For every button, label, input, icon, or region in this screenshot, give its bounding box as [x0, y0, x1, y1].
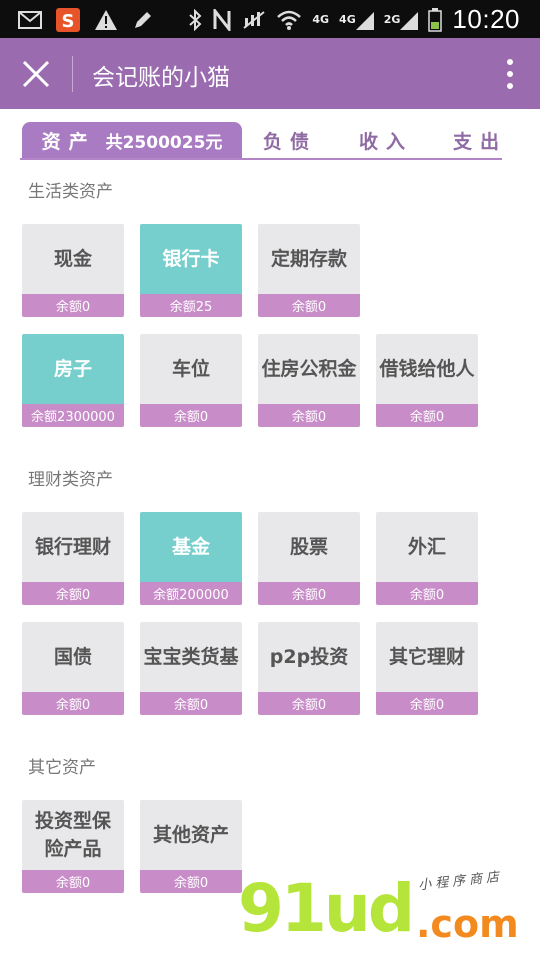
close-icon[interactable]	[20, 58, 52, 90]
asset-tile-investment-insurance[interactable]: 投资型保险产品 余额0	[22, 800, 124, 893]
asset-balance: 余额0	[258, 404, 360, 427]
asset-name: 住房公积金	[261, 358, 357, 380]
asset-balance: 余额0	[22, 870, 124, 893]
asset-name: 银行卡	[162, 248, 220, 270]
network-4g-label: 4G	[312, 13, 330, 26]
asset-tile-fixed-deposit[interactable]: 定期存款 余额0	[258, 224, 360, 317]
network-2g-label: 2G	[383, 13, 401, 26]
asset-tile-other-assets[interactable]: 其他资产 余额0	[140, 800, 242, 893]
assets-total: 共2500025元	[105, 132, 223, 153]
asset-name: 其他资产	[152, 824, 229, 846]
asset-tile-fund[interactable]: 基金 余额200000	[140, 512, 242, 605]
mute-icon	[242, 7, 266, 33]
asset-name: 股票	[289, 536, 328, 558]
clock-time: 10:20	[452, 4, 520, 34]
tab-expense-label: 支出	[452, 130, 507, 153]
asset-name: 房子	[53, 358, 92, 380]
asset-balance: 余额2300000	[22, 404, 124, 427]
asset-name: 基金	[171, 536, 210, 558]
asset-balance: 余额0	[140, 404, 242, 427]
watermark-brand: 91ud	[238, 870, 415, 947]
mail-icon	[18, 7, 42, 33]
signal-icon: 4G	[312, 7, 329, 33]
asset-balance: 余额0	[22, 294, 124, 317]
asset-tile-bank-wealth[interactable]: 银行理财 余额0	[22, 512, 124, 605]
asset-name: 其它理财	[388, 646, 465, 668]
page-title: 会记账的小猫	[92, 65, 230, 91]
tab-expense[interactable]: 支出	[432, 122, 528, 158]
tab-assets[interactable]: 资产 共2500025元	[22, 122, 242, 158]
watermark-tld: .com	[416, 902, 519, 946]
asset-tile-house[interactable]: 房子 余额2300000	[22, 334, 124, 427]
more-options-icon[interactable]	[504, 56, 516, 92]
app-header: 会记账的小猫	[0, 38, 540, 109]
asset-balance: 余额0	[22, 692, 124, 715]
asset-balance: 余额0	[140, 692, 242, 715]
asset-tile-other-wealth[interactable]: 其它理财 余额0	[376, 622, 478, 715]
sogou-icon: S	[56, 7, 80, 33]
tabs-underline	[20, 158, 502, 160]
asset-name: 现金	[53, 248, 92, 270]
svg-text:S: S	[62, 11, 75, 32]
watermark-tagline: 小程序商店	[417, 869, 504, 894]
section-title-financial-assets: 理财类资产	[28, 470, 113, 490]
category-tabs: 资产 共2500025元 负债 收入 支出	[20, 122, 504, 160]
asset-name: 借钱给他人	[379, 358, 475, 380]
asset-balance: 余额0	[140, 870, 242, 893]
asset-balance: 余额0	[258, 582, 360, 605]
wifi-icon	[276, 7, 302, 33]
warning-icon	[94, 7, 118, 33]
tab-liabilities-label: 负债	[262, 130, 317, 153]
section-title-living-assets: 生活类资产	[28, 182, 113, 202]
asset-balance: 余额0	[258, 294, 360, 317]
asset-balance: 余额0	[376, 692, 478, 715]
asset-name: 车位	[171, 358, 210, 380]
battery-icon	[428, 7, 443, 33]
asset-name: 银行理财	[34, 536, 111, 558]
asset-tile-treasury-bond[interactable]: 国债 余额0	[22, 622, 124, 715]
asset-name: 投资型保险产品	[34, 810, 111, 860]
asset-tile-stock[interactable]: 股票 余额0	[258, 512, 360, 605]
asset-balance: 余额200000	[140, 582, 242, 605]
asset-balance: 余额0	[22, 582, 124, 605]
asset-tile-housing-fund[interactable]: 住房公积金 余额0	[258, 334, 360, 427]
pen-icon	[132, 7, 154, 33]
asset-name: p2p投资	[269, 646, 349, 668]
asset-tile-p2p[interactable]: p2p投资 余额0	[258, 622, 360, 715]
asset-tile-bank-card[interactable]: 银行卡 余额25	[140, 224, 242, 317]
asset-balance: 余额0	[376, 404, 478, 427]
tab-income[interactable]: 收入	[338, 122, 434, 158]
asset-tile-parking-space[interactable]: 车位 余额0	[140, 334, 242, 427]
asset-name: 定期存款	[270, 248, 347, 270]
asset-balance: 余额25	[140, 294, 242, 317]
asset-tile-cash[interactable]: 现金 余额0	[22, 224, 124, 317]
asset-name: 国债	[53, 646, 92, 668]
asset-name: 宝宝类货基	[143, 646, 239, 668]
nfc-icon	[212, 7, 232, 33]
watermark-logo: 91ud 小程序商店 .com	[238, 870, 538, 960]
bluetooth-icon	[188, 7, 202, 33]
header-divider	[72, 56, 73, 92]
section-title-other-assets: 其它资产	[28, 758, 96, 778]
asset-name: 外汇	[407, 536, 446, 558]
asset-tile-loan-to-others[interactable]: 借钱给他人 余额0	[376, 334, 478, 427]
tab-income-label: 收入	[358, 130, 413, 153]
asset-balance: 余额0	[258, 692, 360, 715]
tab-liabilities[interactable]: 负债	[242, 122, 338, 158]
signal-icon: 4G	[339, 7, 374, 33]
network-4g-label: 4G	[339, 13, 356, 26]
asset-tile-money-market[interactable]: 宝宝类货基 余额0	[140, 622, 242, 715]
asset-tile-forex[interactable]: 外汇 余额0	[376, 512, 478, 605]
signal-icon: 2G	[384, 7, 419, 33]
status-bar: S 4G 4G 2G 10:20	[0, 0, 540, 38]
asset-balance: 余额0	[376, 582, 478, 605]
tab-assets-label: 资产	[41, 130, 96, 153]
